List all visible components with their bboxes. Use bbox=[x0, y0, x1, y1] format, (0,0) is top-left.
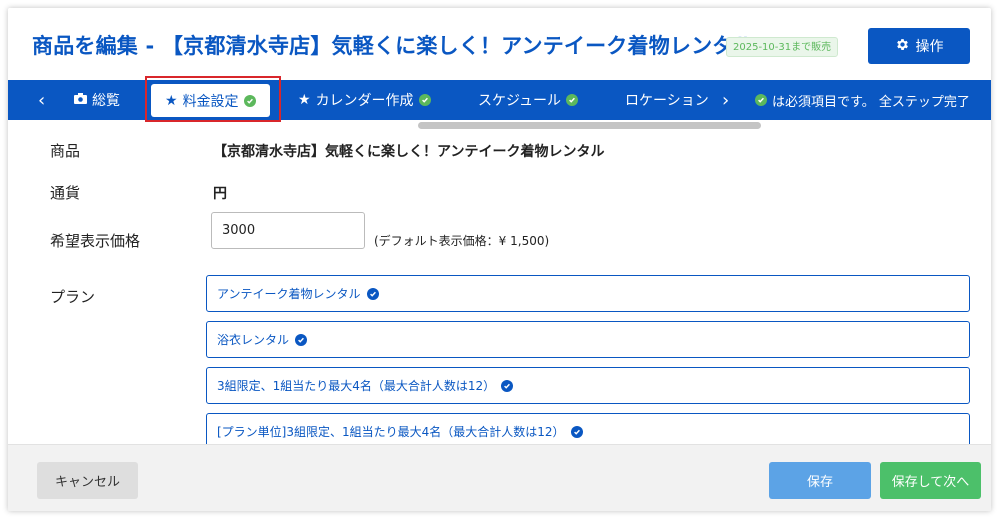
step-prev-arrow[interactable]: ‹ bbox=[38, 80, 45, 120]
save-and-next-button[interactable]: 保存して次へ bbox=[880, 462, 981, 499]
plan-item-label: [プラン単位]3組限定、1組当たり最大4名（最大合計人数は12） bbox=[217, 425, 565, 439]
tab-pricing-label: 料金設定 bbox=[182, 93, 239, 110]
check-circle-icon bbox=[366, 287, 379, 300]
tab-location-label: ロケーション bbox=[625, 93, 709, 109]
plan-item-label: 3組限定、1組当たり最大4名（最大合計人数は12） bbox=[217, 379, 496, 393]
plan-item[interactable]: [プラン単位]3組限定、1組当たり最大4名（最大合計人数は12） bbox=[206, 413, 970, 444]
star-icon: ★ bbox=[298, 92, 311, 108]
pricing-form: 商品 【京都清水寺店】気軽くに楽しく！アンテイーク着物レンタル 通貨 円 希望表… bbox=[8, 120, 991, 444]
plan-item[interactable]: アンテイーク着物レンタル bbox=[206, 275, 970, 312]
save-button[interactable]: 保存 bbox=[769, 462, 871, 499]
tab-schedule-label: スケジュール bbox=[478, 93, 562, 109]
modal-footer: キャンセル 保存 保存して次へ bbox=[8, 444, 991, 511]
operations-button[interactable]: 操作 bbox=[868, 28, 970, 64]
plan-label: プラン bbox=[50, 288, 96, 306]
cancel-button[interactable]: キャンセル bbox=[37, 462, 138, 499]
sale-period-badge: 2025-10-31まで販売 bbox=[726, 37, 839, 57]
check-circle-icon bbox=[418, 94, 431, 106]
desired-price-input[interactable] bbox=[211, 212, 365, 249]
plan-item-label: アンテイーク着物レンタル bbox=[217, 287, 361, 301]
plan-item-label: 浴衣レンタル bbox=[217, 333, 290, 347]
product-label: 商品 bbox=[50, 142, 81, 160]
step-next-arrow[interactable]: › bbox=[722, 80, 729, 120]
currency-value: 円 bbox=[213, 186, 227, 202]
plan-item[interactable]: 3組限定、1組当たり最大4名（最大合計人数は12） bbox=[206, 367, 970, 404]
chevron-right-icon: › bbox=[722, 89, 730, 111]
check-circle-icon bbox=[566, 94, 579, 106]
camera-icon bbox=[74, 92, 87, 108]
modal-header: 商品を編集 - 【京都清水寺店】気軽くに楽しく！アンテイーク着物レンタル 202… bbox=[8, 8, 991, 80]
product-value: 【京都清水寺店】気軽くに楽しく！アンテイーク着物レンタル bbox=[213, 144, 605, 160]
operations-button-label: 操作 bbox=[915, 39, 944, 55]
check-circle-icon bbox=[755, 94, 767, 106]
tab-pricing[interactable]: ★ 料金設定 bbox=[151, 84, 270, 117]
chevron-left-icon: ‹ bbox=[38, 89, 46, 111]
tab-calendar[interactable]: ★ カレンダー作成 bbox=[298, 80, 431, 120]
currency-label: 通貨 bbox=[50, 184, 81, 202]
check-circle-icon bbox=[501, 379, 514, 392]
price-label: 希望表示価格 bbox=[50, 232, 141, 250]
tab-calendar-label: カレンダー作成 bbox=[315, 93, 414, 109]
check-circle-icon bbox=[295, 333, 308, 346]
edit-product-modal: 商品を編集 - 【京都清水寺店】気軽くに楽しく！アンテイーク着物レンタル 202… bbox=[8, 8, 991, 511]
tab-location[interactable]: ロケーション bbox=[625, 80, 709, 120]
step-navigation: ‹ 総覧 ★ 料金設定 ★ カレンダー作成 スケジュール ロケーション › は必… bbox=[8, 80, 991, 120]
check-circle-icon bbox=[243, 94, 256, 107]
plan-item[interactable]: 浴衣レンタル bbox=[206, 321, 970, 358]
star-icon: ★ bbox=[165, 92, 178, 109]
tab-overview-label: 総覧 bbox=[92, 93, 120, 109]
required-note: は必須項目です。 全ステップ完了 bbox=[755, 80, 970, 120]
default-price-hint: (デフォルト表示価格：¥ 1,500) bbox=[374, 234, 550, 248]
check-circle-icon bbox=[570, 425, 583, 438]
required-note-text: は必須項目です。 全ステップ完了 bbox=[772, 94, 970, 110]
page-title: 商品を編集 - 【京都清水寺店】気軽くに楽しく！アンテイーク着物レンタル bbox=[32, 34, 755, 58]
tab-schedule[interactable]: スケジュール bbox=[478, 80, 579, 120]
tab-overview[interactable]: 総覧 bbox=[74, 80, 120, 120]
gear-icon bbox=[895, 37, 910, 56]
